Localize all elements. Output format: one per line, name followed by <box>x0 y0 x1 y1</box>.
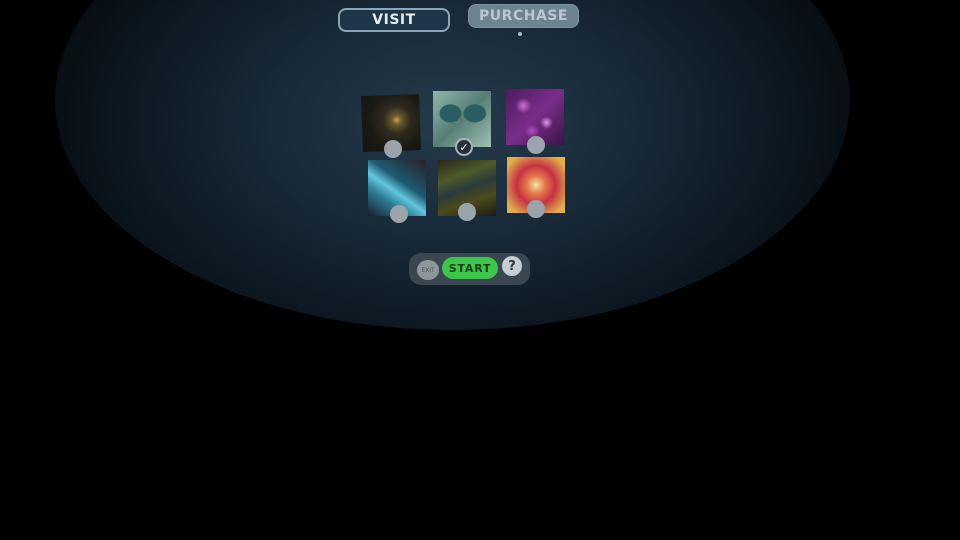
tab-indicator-dot <box>518 32 522 36</box>
select-circle[interactable] <box>458 203 476 221</box>
select-circle[interactable] <box>390 205 408 223</box>
tab-visit[interactable]: VISIT <box>338 8 450 32</box>
select-circle[interactable] <box>384 140 402 158</box>
exit-button[interactable]: EXIT <box>417 260 439 280</box>
start-button[interactable]: START <box>442 257 498 279</box>
select-circle[interactable] <box>527 200 545 218</box>
help-icon[interactable]: ? <box>502 256 522 276</box>
tab-purchase[interactable]: PURCHASE <box>468 4 579 28</box>
selected-check-icon[interactable]: ✓ <box>455 138 473 156</box>
select-circle[interactable] <box>527 136 545 154</box>
